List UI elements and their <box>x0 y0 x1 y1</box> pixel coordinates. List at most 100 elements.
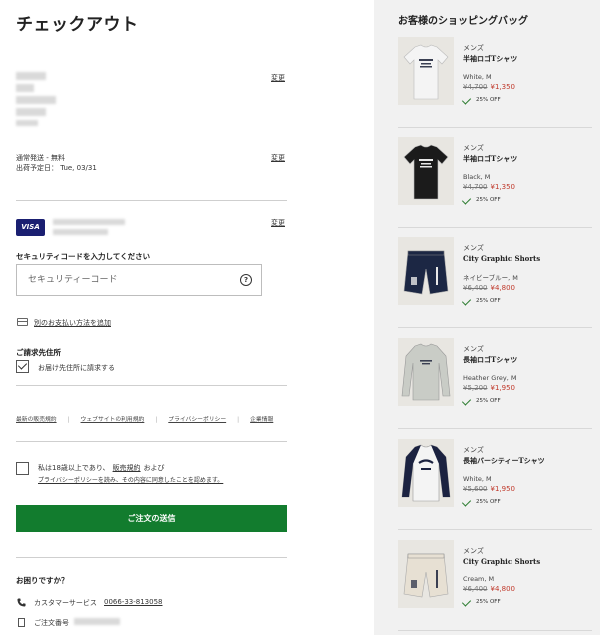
product-variant: Cream, M <box>463 575 495 583</box>
divider <box>16 200 287 201</box>
original-price: ¥5,200 <box>463 384 488 392</box>
add-payment-method-link[interactable]: 別のお支払い方法を追加 <box>34 318 111 328</box>
product-variant: Black, M <box>463 173 491 181</box>
shipping-method: 通常発送 - 無料 <box>16 154 65 162</box>
divider <box>398 630 592 631</box>
product-category: メンズ <box>463 345 484 353</box>
product-name: 半袖ロゴTシャツ <box>463 154 518 163</box>
sale-price: ¥4,800 <box>490 284 516 292</box>
change-shipping-link[interactable]: 変更 <box>271 153 285 163</box>
consent-terms-link[interactable]: 販売規約 <box>113 464 141 472</box>
cart-item: メンズ City Graphic Shorts Cream, M ¥6,400 ¥… <box>398 540 592 635</box>
order-number-label: ご注文番号 <box>34 619 69 627</box>
product-variant: White, M <box>463 475 492 483</box>
sale-price: ¥1,950 <box>490 485 516 493</box>
customer-service-phone[interactable]: 0066-33-813058 <box>104 598 163 606</box>
product-info: メンズ 半袖ロゴTシャツ Black, M ¥4,700 ¥1,350 25% O… <box>463 143 517 203</box>
shipping-address-blurred <box>16 84 34 92</box>
divider <box>398 529 592 530</box>
company-info-link[interactable]: 企業情報 <box>250 417 273 423</box>
shipping-address-blurred <box>16 72 46 80</box>
visa-card-icon: VISA <box>16 219 45 236</box>
product-info: メンズ 半袖ロゴTシャツ White, M ¥4,700 ¥1,350 25% O… <box>463 43 517 103</box>
divider <box>16 557 287 558</box>
product-category: メンズ <box>463 547 484 555</box>
billing-same-label: お届け先住所に請求する <box>38 364 115 372</box>
product-image[interactable] <box>398 540 454 608</box>
product-name: City Graphic Shorts <box>463 557 541 566</box>
shipping-address-blurred <box>16 120 38 126</box>
product-category: メンズ <box>463 44 484 52</box>
submit-order-button[interactable]: ご注文の送信 <box>16 505 287 532</box>
card-number-blurred <box>53 219 125 225</box>
product-variant: ネイビーブルー, M <box>463 274 518 282</box>
product-price: ¥5,200 ¥1,950 <box>463 384 517 392</box>
original-price: ¥6,400 <box>463 284 488 292</box>
product-variant: Heather Grey, M <box>463 374 517 382</box>
shipping-address-blurred <box>16 108 46 116</box>
discount-badge: 25% OFF <box>463 97 517 103</box>
change-payment-link[interactable]: 変更 <box>271 218 285 228</box>
privacy-policy-link[interactable]: プライバシーポリシー <box>168 417 226 423</box>
sale-price: ¥1,950 <box>490 384 516 392</box>
discount-badge: 25% OFF <box>463 398 517 404</box>
original-price: ¥5,600 <box>463 485 488 493</box>
shopping-bag-title: お客様のショッピングバッグ <box>398 16 528 27</box>
product-price: ¥5,600 ¥1,950 <box>463 485 545 493</box>
divider <box>16 441 287 442</box>
original-price: ¥6,400 <box>463 585 488 593</box>
product-price: ¥4,700 ¥1,350 <box>463 83 517 91</box>
sale-price: ¥1,350 <box>490 183 516 191</box>
divider <box>398 227 592 228</box>
product-info: メンズ City Graphic Shorts Cream, M ¥6,400 ¥… <box>463 546 540 605</box>
divider <box>16 385 287 386</box>
divider <box>398 428 592 429</box>
page-title: チェックアウト <box>16 15 139 35</box>
original-price: ¥4,700 <box>463 183 488 191</box>
billing-same-checkbox[interactable] <box>16 360 29 373</box>
product-image[interactable] <box>398 237 454 305</box>
customer-service-label: カスタマーサービス <box>34 599 97 607</box>
credit-card-icon <box>17 318 28 326</box>
order-number-blurred <box>74 618 120 625</box>
discount-badge: 25% OFF <box>463 197 517 203</box>
ship-date: 出荷予定日： Tue, 03/31 <box>16 164 97 172</box>
security-code-field[interactable]: ? <box>16 264 262 296</box>
phone-icon <box>17 598 26 607</box>
discount-badge: 25% OFF <box>463 599 540 605</box>
product-image[interactable] <box>398 439 454 507</box>
help-title: お困りですか？ <box>16 576 69 585</box>
cart-item: メンズ 半袖ロゴTシャツ Black, M ¥4,700 ¥1,350 25% O… <box>398 137 592 237</box>
sale-price: ¥4,800 <box>490 585 516 593</box>
product-variant: White, M <box>463 73 492 81</box>
consent-privacy-link[interactable]: プライバシーポリシーを読み、その内容に同意したことを認めます。 <box>38 475 223 484</box>
security-code-label: セキュリティコードを入力してください <box>16 252 151 261</box>
consent-text: および <box>143 464 165 472</box>
product-image[interactable] <box>398 137 454 205</box>
product-category: メンズ <box>463 244 484 252</box>
product-info: メンズ City Graphic Shorts ネイビーブルー, M ¥6,40… <box>463 243 540 304</box>
change-address-link[interactable]: 変更 <box>271 73 285 83</box>
product-image[interactable] <box>398 338 454 406</box>
document-icon <box>18 618 25 627</box>
product-image[interactable] <box>398 37 454 105</box>
discount-badge: 25% OFF <box>463 298 540 304</box>
product-price: ¥6,400 ¥4,800 <box>463 284 540 292</box>
website-terms-link[interactable]: ウェブサイトの利用規約 <box>81 417 145 423</box>
original-price: ¥4,700 <box>463 83 488 91</box>
product-info: メンズ 長袖ロゴTシャツ Heather Grey, M ¥5,200 ¥1,95… <box>463 344 517 404</box>
product-info: メンズ 長袖バーシティーTシャツ White, M ¥5,600 ¥1,950 2… <box>463 445 545 505</box>
age-consent-checkbox[interactable] <box>16 462 29 475</box>
product-price: ¥4,700 ¥1,350 <box>463 183 517 191</box>
security-code-input[interactable] <box>17 265 217 295</box>
legal-links: 最新の販売規約 | ウェブサイトの利用規約 | プライバシーポリシー | 企業情報 <box>16 417 274 423</box>
cart-item: メンズ City Graphic Shorts ネイビーブルー, M ¥6,40… <box>398 237 592 337</box>
help-icon[interactable]: ? <box>240 274 252 286</box>
product-name: 長袖バーシティーTシャツ <box>463 456 545 465</box>
divider <box>398 127 592 128</box>
product-name: 半袖ロゴTシャツ <box>463 54 518 63</box>
terms-of-sale-link[interactable]: 最新の販売規約 <box>16 417 57 423</box>
product-name: 長袖ロゴTシャツ <box>463 355 518 364</box>
cart-item: メンズ 半袖ロゴTシャツ White, M ¥4,700 ¥1,350 25% O… <box>398 37 592 137</box>
shipping-address-blurred <box>16 96 56 104</box>
